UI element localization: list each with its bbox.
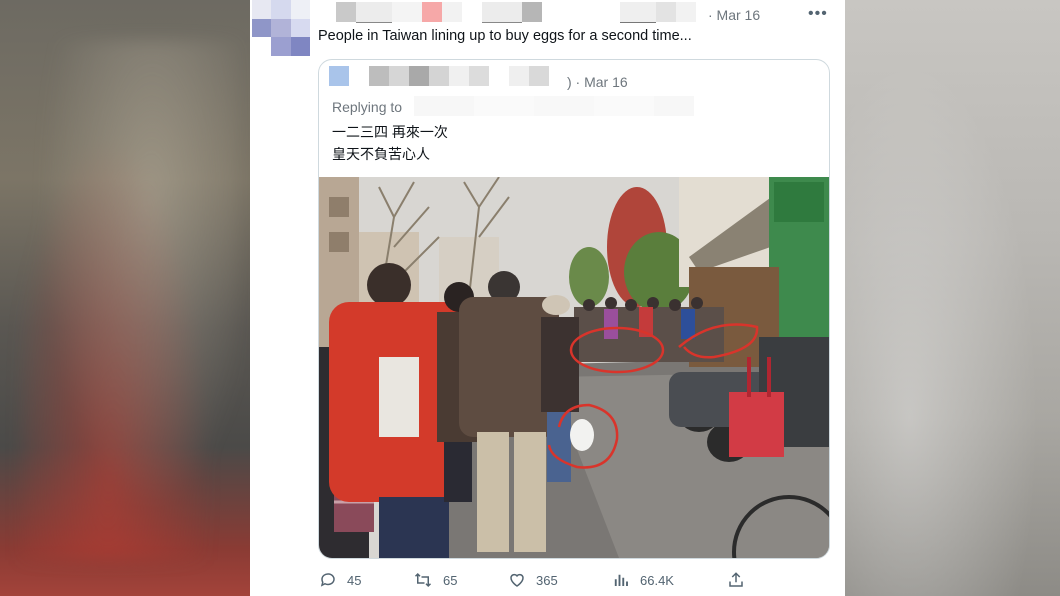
reply-count: 45 — [347, 572, 362, 588]
retweet-count: 65 — [443, 572, 458, 588]
reply-button[interactable]: 45 — [319, 571, 361, 589]
avatar[interactable] — [252, 0, 310, 56]
author-handle-redacted — [620, 2, 696, 23]
replying-to-label: Replying to — [332, 99, 403, 115]
replying-to-handle-redacted — [414, 96, 694, 116]
retweet-icon — [414, 572, 432, 588]
blurred-background-right — [845, 0, 1060, 596]
quoted-author-redacted — [329, 66, 549, 86]
share-button[interactable] — [727, 571, 745, 589]
like-button[interactable]: 365 — [508, 571, 558, 589]
views-button[interactable]: 66.4K — [612, 571, 674, 589]
blurred-background-left — [0, 0, 250, 596]
heart-icon — [510, 573, 524, 587]
quoted-tweet[interactable]: ) · Mar 16 Replying to 一二三四 再來一次 皇天不負苦心人 — [318, 59, 830, 559]
more-horizontal-icon[interactable]: ••• — [808, 5, 828, 23]
views-chart-icon — [614, 574, 628, 586]
reply-icon — [320, 573, 335, 587]
share-icon — [729, 572, 743, 587]
quoted-tweet-photo[interactable] — [319, 177, 829, 558]
quoted-tweet-date[interactable]: ) · Mar 16 — [567, 74, 628, 90]
tweet-date[interactable]: · Mar 16 — [708, 7, 760, 23]
retweet-button[interactable]: 65 — [413, 571, 457, 589]
tweet-actions-bar: 45 65 365 66.4K — [250, 566, 845, 596]
tweet-text: People in Taiwan lining up to buy eggs f… — [318, 28, 692, 44]
author-name-redacted — [336, 2, 542, 23]
tweet-card[interactable]: · Mar 16 ••• People in Taiwan lining up … — [250, 0, 845, 596]
views-count: 66.4K — [640, 572, 674, 588]
like-count: 365 — [536, 572, 558, 588]
quoted-text-line-1: 一二三四 再來一次 — [332, 124, 448, 140]
quoted-text-line-2: 皇天不負苦心人 — [332, 146, 430, 162]
